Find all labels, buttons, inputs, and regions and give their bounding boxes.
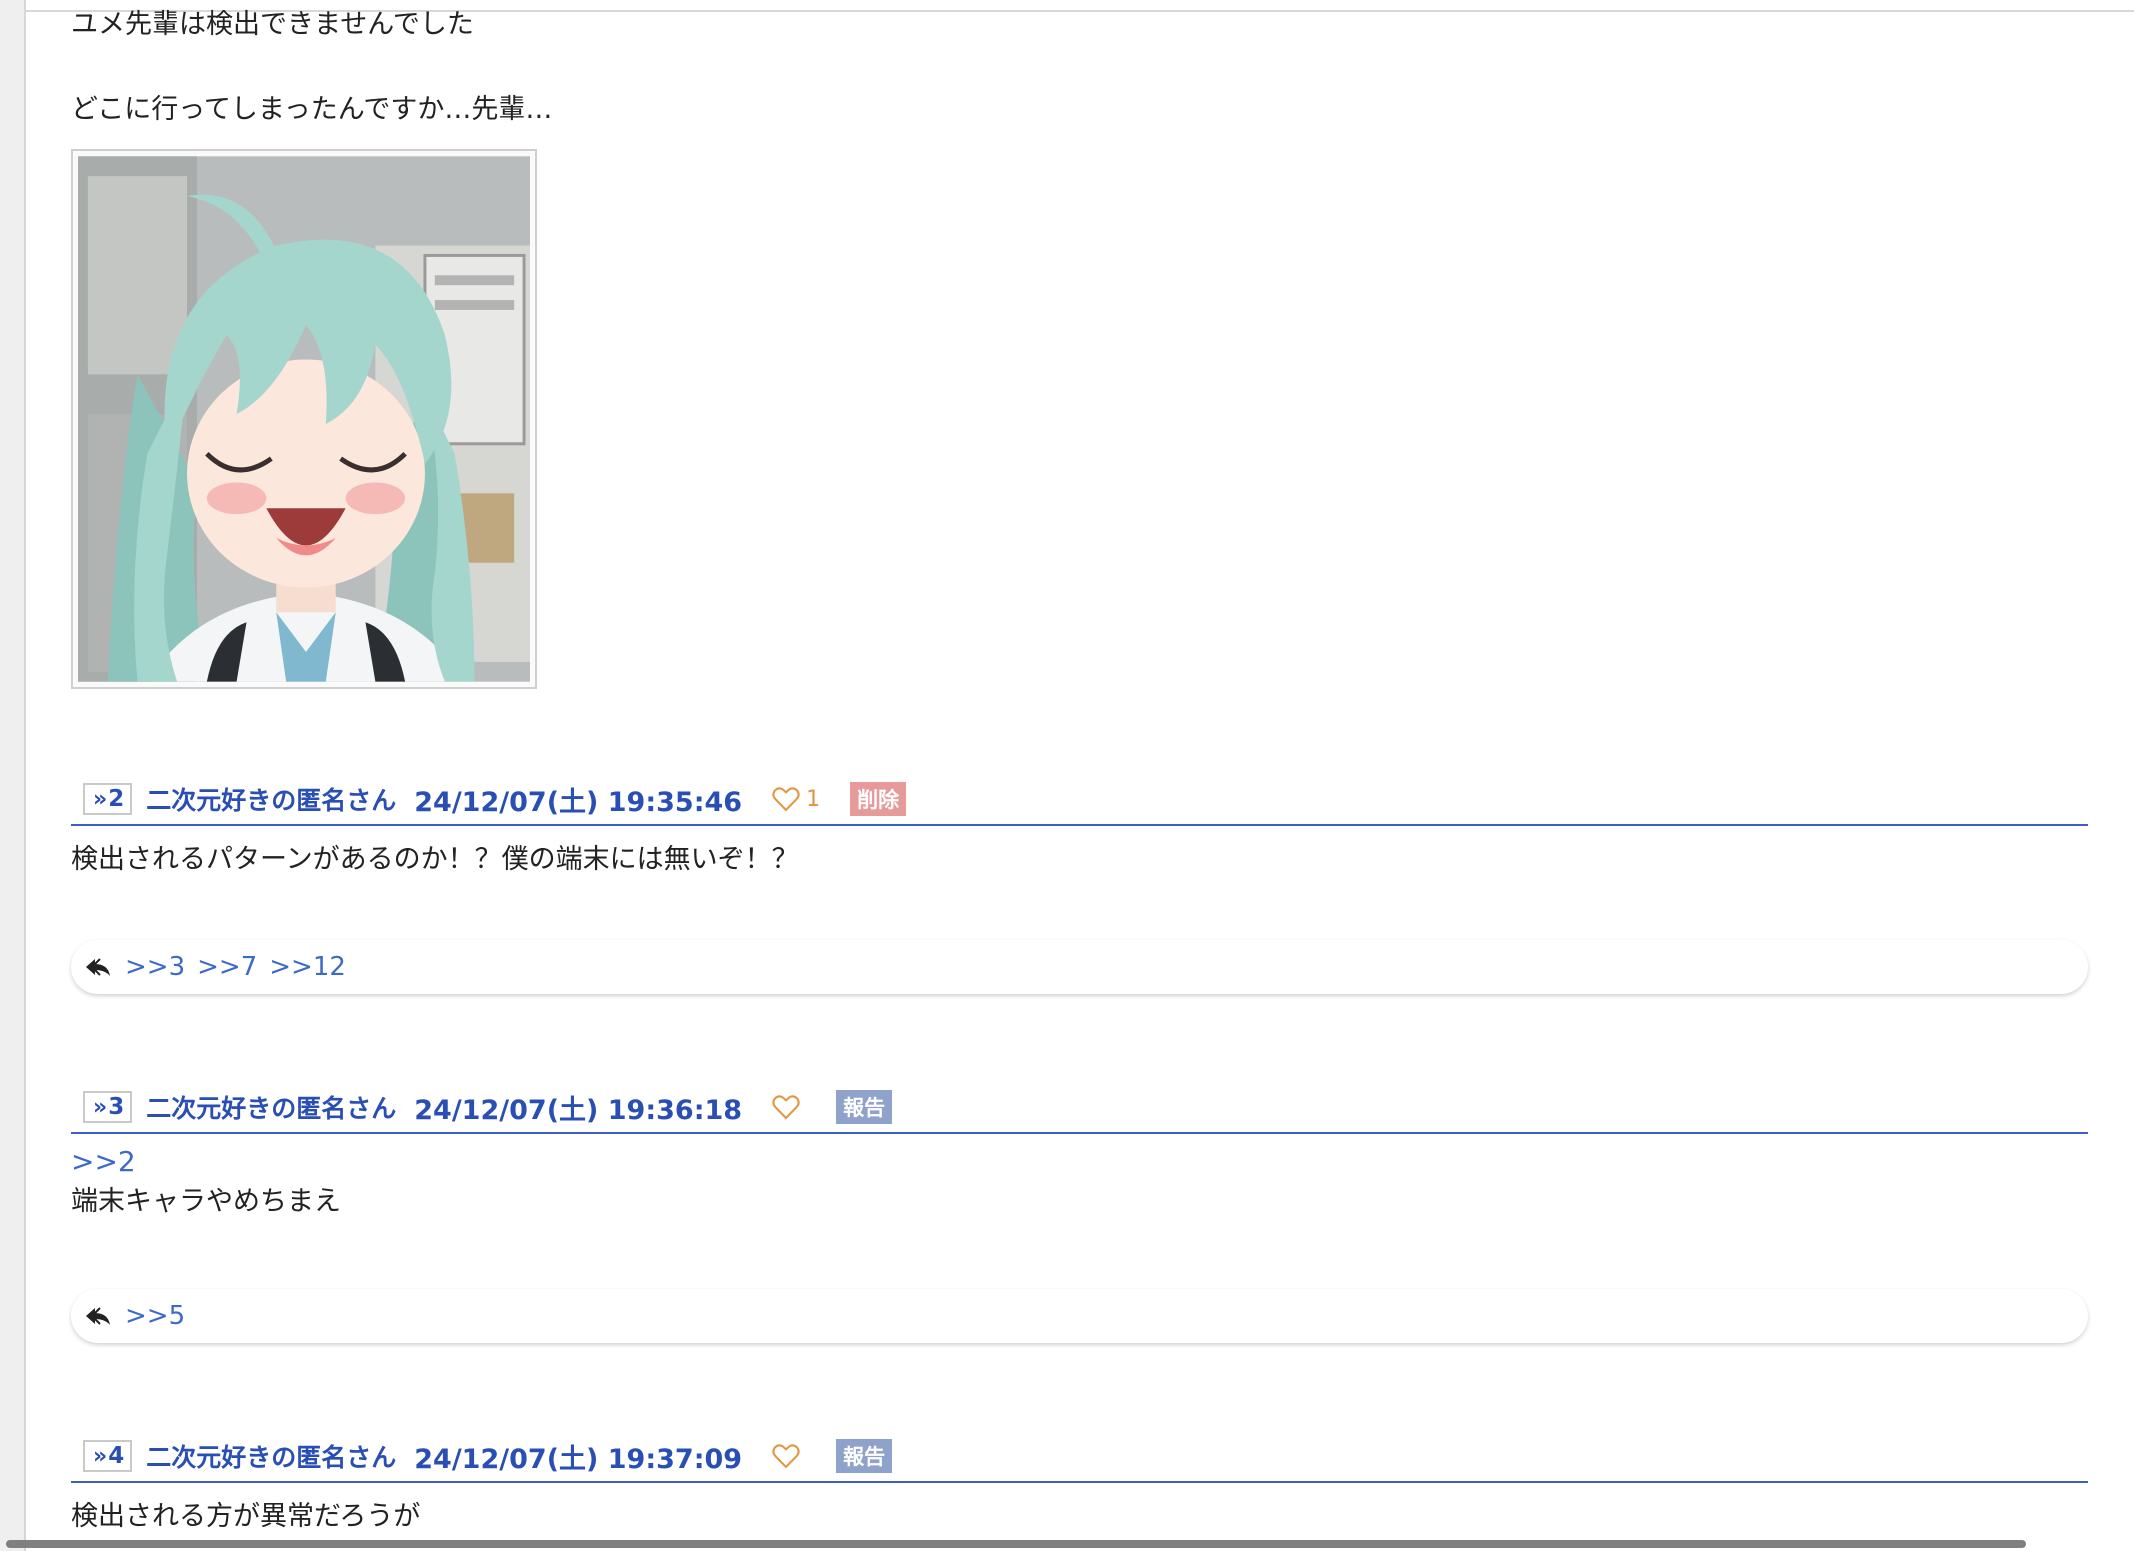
- post-body: 端末キャラやめちまえ: [71, 1186, 341, 1217]
- post-body: 検出される方が異常だろうが: [71, 1501, 421, 1532]
- report-button[interactable]: 報告: [836, 1090, 893, 1124]
- like-button[interactable]: [772, 1443, 806, 1469]
- post-date: 24/12/07(土) 19:36:18: [414, 1094, 743, 1126]
- double-chevron-icon: »: [93, 1094, 108, 1120]
- heart-outline-icon: [772, 1444, 800, 1469]
- poster-name: 二次元好きの匿名さん: [146, 1094, 397, 1123]
- anime-girl-illustration: [78, 156, 530, 682]
- post-text-line: どこに行ってしまったんですか…先輩…: [71, 94, 553, 125]
- poster-name: 二次元好きの匿名さん: [146, 1443, 397, 1472]
- double-chevron-icon: »: [93, 786, 108, 812]
- reply-link[interactable]: >>12: [269, 952, 346, 982]
- post-3: » 3 二次元好きの匿名さん 24/12/07(土) 19:36:18 報告 >…: [71, 1082, 2088, 1222]
- post-number: 2: [108, 786, 125, 812]
- anchor-link[interactable]: >>2: [71, 1142, 2088, 1182]
- poster-name: 二次元好きの匿名さん: [146, 786, 397, 815]
- like-button[interactable]: [772, 1094, 806, 1120]
- heart-outline-icon: [772, 787, 800, 812]
- page: ユメ先輩は検出できませんでした どこに行ってしまったんですか…先輩… » 2 二…: [0, 0, 2134, 1551]
- post-4: » 4 二次元好きの匿名さん 24/12/07(土) 19:37:09 報告 検…: [71, 1431, 2088, 1537]
- double-chevron-icon: »: [93, 1443, 108, 1469]
- post-text-line: ユメ先輩は検出できませんでした: [71, 9, 474, 40]
- horizontal-scrollbar[interactable]: [6, 1540, 2026, 1548]
- reply-arrow-icon: [86, 958, 110, 976]
- post-header: » 3 二次元好きの匿名さん 24/12/07(土) 19:36:18 報告: [71, 1082, 2088, 1134]
- left-rail: [0, 0, 26, 1551]
- report-button[interactable]: 報告: [836, 1439, 893, 1473]
- like-count: 1: [806, 786, 821, 812]
- post-date: 24/12/07(土) 19:37:09: [414, 1443, 743, 1475]
- reply-link[interactable]: >>7: [197, 952, 257, 982]
- post-date: 24/12/07(土) 19:35:46: [414, 786, 743, 818]
- attached-image[interactable]: [71, 149, 537, 689]
- reply-arrow-icon: [86, 1307, 110, 1325]
- reply-list: >>3 >>7 >>12: [71, 940, 2088, 994]
- reply-list: >>5: [71, 1289, 2088, 1343]
- post-number: 4: [108, 1443, 125, 1469]
- post-number-button[interactable]: » 2: [83, 783, 133, 815]
- post-body: 検出されるパターンがあるのか！？僕の端末には無いぞ！？: [71, 844, 799, 875]
- reply-link[interactable]: >>5: [125, 1301, 185, 1331]
- post-body-container: >>2 端末キャラやめちまえ: [71, 1134, 2088, 1222]
- post-number-button[interactable]: » 3: [83, 1091, 133, 1123]
- like-button[interactable]: 1: [772, 786, 820, 812]
- post-number-button[interactable]: » 4: [83, 1440, 133, 1472]
- reply-link[interactable]: >>3: [125, 952, 185, 982]
- post-header: » 4 二次元好きの匿名さん 24/12/07(土) 19:37:09 報告: [71, 1431, 2088, 1483]
- heart-outline-icon: [772, 1095, 800, 1120]
- post-number: 3: [108, 1094, 125, 1120]
- delete-button[interactable]: 削除: [850, 782, 907, 816]
- post-header: » 2 二次元好きの匿名さん 24/12/07(土) 19:35:46 1 削除: [71, 774, 2088, 826]
- post-2: » 2 二次元好きの匿名さん 24/12/07(土) 19:35:46 1 削除…: [71, 774, 2088, 880]
